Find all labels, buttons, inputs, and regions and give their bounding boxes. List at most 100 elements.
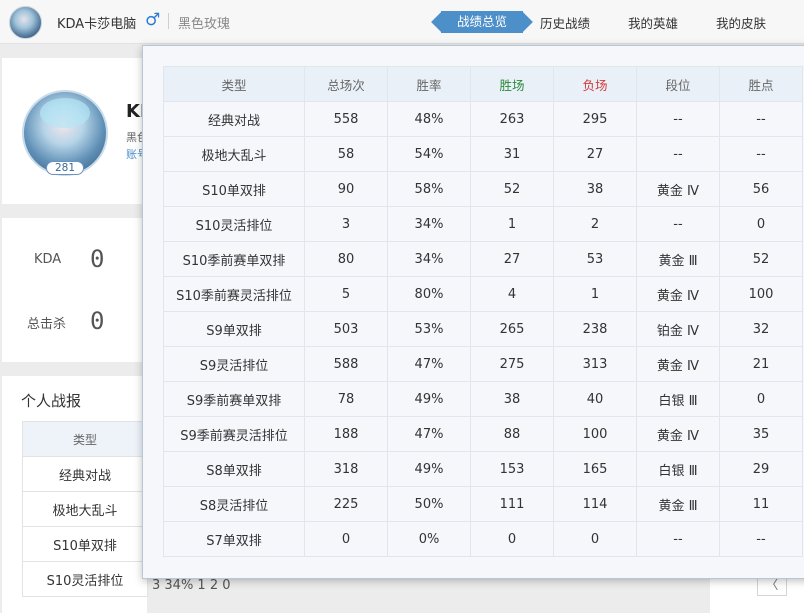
- cell-total-games: 90: [304, 171, 388, 207]
- cell-tier: 黄金 Ⅳ: [636, 276, 720, 312]
- cell-lp: --: [719, 136, 803, 172]
- cell-type: S9季前赛灵活排位: [163, 416, 305, 452]
- cell-total-games: 503: [304, 311, 388, 347]
- table-row: S10灵活排位 3 34% 1 2 -- 0: [163, 206, 803, 242]
- table-row: 极地大乱斗: [22, 491, 148, 527]
- cell-lp: 0: [719, 381, 803, 417]
- cell-win-rate: 58%: [387, 171, 471, 207]
- cell-tier: 黄金 Ⅳ: [636, 171, 720, 207]
- cell-type: S8单双排: [163, 451, 305, 487]
- table-row: S9灵活排位 588 47% 275 313 黄金 Ⅳ 21: [163, 346, 803, 382]
- cell-tier: --: [636, 101, 720, 137]
- prev-page-button[interactable]: 〈: [757, 576, 787, 596]
- cell-win-rate: 80%: [387, 276, 471, 312]
- level-badge: 281: [46, 161, 84, 175]
- overview-body: 经典对战 558 48% 263 295 -- -- 极地大乱斗 58 54% 31 27 -- -- S1…: [163, 101, 803, 557]
- cell-lp: 11: [719, 486, 803, 522]
- cell-total-games: 188: [304, 416, 388, 452]
- tab-my-skins[interactable]: 我的皮肤: [716, 13, 766, 32]
- cell-total-games: 225: [304, 486, 388, 522]
- cell-type: 极地大乱斗: [163, 136, 305, 172]
- table-row: S9单双排 503 53% 265 238 铂金 Ⅳ 32: [163, 311, 803, 347]
- top-bar: KDA卡莎电脑 ♂ 黑色玫瑰 战绩总览 历史战绩 我的英雄 我的皮肤: [0, 0, 804, 44]
- table-row: S10灵活排位: [22, 561, 148, 597]
- table-row: S10季前赛单双排 80 34% 27 53 黄金 Ⅲ 52: [163, 241, 803, 277]
- cell-wins: 1: [470, 206, 554, 242]
- cell-losses: 40: [553, 381, 637, 417]
- tab-history[interactable]: 历史战绩: [540, 13, 590, 32]
- cell-losses: 0: [553, 521, 637, 557]
- cell-type: S10季前赛灵活排位: [163, 276, 305, 312]
- table-row: 经典对战 558 48% 263 295 -- --: [163, 101, 803, 137]
- cell-win-rate: 47%: [387, 416, 471, 452]
- overview-header-row: 类型 总场次 胜率 胜场 负场 段位 胜点: [163, 66, 803, 102]
- cell-total-games: 558: [304, 101, 388, 137]
- tab-my-heroes[interactable]: 我的英雄: [628, 13, 678, 32]
- cell-losses: 100: [553, 416, 637, 452]
- table-row: S9季前赛单双排 78 49% 38 40 白银 Ⅲ0: [163, 381, 803, 417]
- server-name: 黑色玫瑰: [178, 17, 231, 32]
- cell-wins: 263: [470, 101, 554, 137]
- cell-win-rate: 0%: [387, 521, 471, 557]
- cell-lp: --: [719, 521, 803, 557]
- divider: [168, 13, 169, 29]
- cell-wins: 27: [470, 241, 554, 277]
- cell-lp: 100: [719, 276, 803, 312]
- profile-avatar-small[interactable]: [9, 6, 42, 39]
- cell-wins: 111: [470, 486, 554, 522]
- overview-popup: 类型 总场次 胜率 胜场 负场 段位 胜点 经典对战 558 48% 263 295 --…: [142, 45, 804, 579]
- report-row-partial: 3 34% 1 2 0: [152, 578, 231, 593]
- tab-overview[interactable]: 战绩总览: [441, 11, 524, 33]
- cell-tier: 黄金 Ⅳ: [636, 346, 720, 382]
- cell-wins: 4: [470, 276, 554, 312]
- cell-wins: 153: [470, 451, 554, 487]
- cell-wins: 265: [470, 311, 554, 347]
- cell-wins: 52: [470, 171, 554, 207]
- cell-win-rate: 48%: [387, 101, 471, 137]
- cell-type: S7单双排: [163, 521, 305, 557]
- cell-tier: --: [636, 521, 720, 557]
- cell-losses: 38: [553, 171, 637, 207]
- cell-type: 经典对战: [163, 101, 305, 137]
- table-row: 经典对战: [22, 456, 148, 492]
- cell-losses: 53: [553, 241, 637, 277]
- cell-lp: 29: [719, 451, 803, 487]
- cell-lp: --: [719, 101, 803, 137]
- table-row: S10单双排 90 58% 52 38 黄金 Ⅳ 56: [163, 171, 803, 207]
- report-title: 个人战报: [21, 392, 82, 410]
- cell-type: S9灵活排位: [163, 346, 305, 382]
- table-row: 极地大乱斗 58 54% 31 27 -- --: [163, 136, 803, 172]
- kda-value: 0: [90, 245, 105, 273]
- summoner-name: KDA卡莎电脑: [57, 17, 137, 32]
- cell-losses: 27: [553, 136, 637, 172]
- cell-wins: 38: [470, 381, 554, 417]
- table-row: S10季前赛灵活排位 5 80% 4 1 黄金 Ⅳ 100: [163, 276, 803, 312]
- col-losses: 负场: [553, 66, 637, 102]
- cell-total-games: 3: [304, 206, 388, 242]
- cell-losses: 313: [553, 346, 637, 382]
- cell-type: S9季前赛单双排: [163, 381, 305, 417]
- cell-lp: 52: [719, 241, 803, 277]
- male-icon: ♂: [145, 10, 161, 30]
- total-kills-label: 总击杀: [27, 317, 67, 332]
- cell-losses: 1: [553, 276, 637, 312]
- cell-type: S8灵活排位: [163, 486, 305, 522]
- cell-win-rate: 34%: [387, 206, 471, 242]
- col-win-rate: 胜率: [387, 66, 471, 102]
- table-row: S8单双排 318 49% 153 165 白银 Ⅲ 29: [163, 451, 803, 487]
- cell-lp: 56: [719, 171, 803, 207]
- report-table: 类型 经典对战 极地大乱斗 S10单双排 S10灵活排位: [22, 421, 148, 597]
- cell-lp: 35: [719, 416, 803, 452]
- col-type: 类型: [163, 66, 305, 102]
- table-row: S10单双排: [22, 526, 148, 562]
- cell-win-rate: 47%: [387, 346, 471, 382]
- cell-tier: 白银 Ⅲ: [636, 381, 720, 417]
- table-row: S9季前赛灵活排位 188 47% 88 100 黄金 Ⅳ 35: [163, 416, 803, 452]
- cell-wins: 31: [470, 136, 554, 172]
- cell-total-games: 78: [304, 381, 388, 417]
- cell-win-rate: 34%: [387, 241, 471, 277]
- cell-tier: --: [636, 206, 720, 242]
- cell-total-games: 80: [304, 241, 388, 277]
- cell-tier: 黄金 Ⅲ: [636, 241, 720, 277]
- cell-win-rate: 54%: [387, 136, 471, 172]
